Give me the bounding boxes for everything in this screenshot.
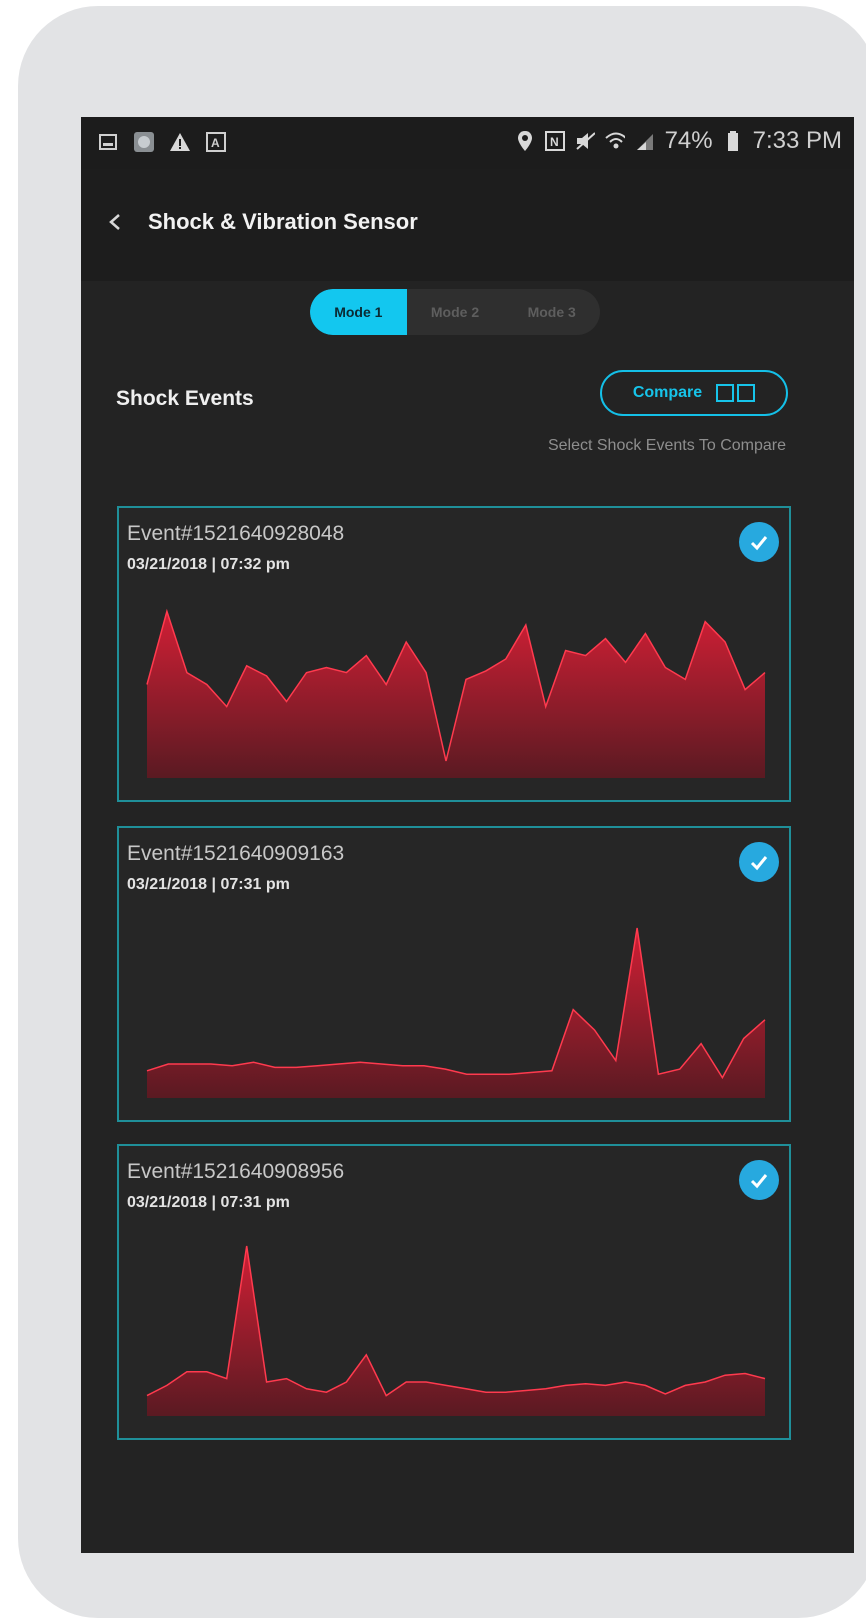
app-icon: [133, 131, 155, 153]
mode-segmented-control: Mode 1 Mode 2 Mode 3: [310, 289, 600, 335]
tab-mode-3[interactable]: Mode 3: [503, 289, 600, 335]
warning-icon: [169, 131, 191, 153]
event-card[interactable]: Event#1521640909163 03/21/2018 | 07:31 p…: [117, 826, 791, 1122]
wifi-icon: [604, 130, 625, 152]
font-icon: A: [205, 131, 227, 153]
event-chart: [146, 927, 766, 1098]
back-arrow-icon[interactable]: [103, 207, 129, 237]
app-bar: Shock & Vibration Sensor: [81, 169, 854, 281]
status-right: N 74% 7:33 PM: [515, 127, 842, 155]
compare-button[interactable]: Compare: [600, 370, 788, 416]
event-chart: [146, 1245, 766, 1416]
chart-line: [146, 927, 766, 1080]
mute-icon: [575, 130, 595, 152]
clock: 7:33 PM: [752, 127, 842, 154]
event-chart: [146, 608, 766, 778]
device-frame: A N 74% 7:33 PM Shock & Vibration Sensor…: [18, 6, 866, 1618]
tab-mode-2[interactable]: Mode 2: [407, 289, 504, 335]
compare-label: Compare: [632, 384, 703, 401]
status-left-icons: A: [97, 131, 227, 153]
location-icon: [515, 130, 535, 152]
chart-area: [147, 928, 765, 1098]
event-card[interactable]: Event#1521640908956 03/21/2018 | 07:31 p…: [117, 1144, 791, 1440]
nfc-icon: N: [544, 130, 565, 152]
signal-icon: [635, 130, 655, 152]
gallery-icon: [97, 131, 119, 153]
tab-mode-1[interactable]: Mode 1: [310, 289, 407, 335]
svg-text:N: N: [550, 135, 559, 149]
compare-icon: [716, 384, 756, 402]
chart-area: [147, 611, 765, 778]
compare-hint: Select Shock Events To Compare: [547, 437, 786, 454]
event-card[interactable]: Event#1521640928048 03/21/2018 | 07:32 p…: [117, 506, 791, 802]
status-bar: A N 74% 7:33 PM: [81, 117, 854, 169]
phone-screen: A N 74% 7:33 PM Shock & Vibration Sensor…: [81, 117, 854, 1553]
page-title: Shock & Vibration Sensor: [148, 209, 418, 234]
section-title: Shock Events: [116, 387, 254, 410]
battery-icon: [723, 130, 743, 152]
svg-text:A: A: [211, 136, 220, 150]
battery-percent: 74%: [664, 127, 713, 154]
